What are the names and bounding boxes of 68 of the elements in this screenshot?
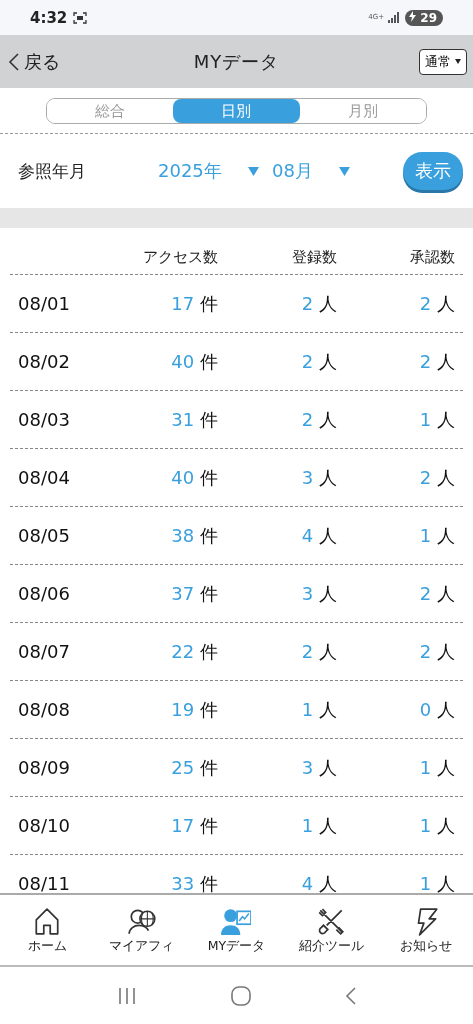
column-header: アクセス数 [143, 247, 218, 267]
date-cell-text: 08/03 [17, 409, 71, 430]
count-cell: 1 人 [419, 871, 455, 896]
count-cell: 25 件 [171, 755, 218, 780]
count-cell: 1 人 [419, 813, 455, 838]
count-cell: 1 人 [419, 407, 455, 432]
count-cell: 33 件 [171, 871, 218, 896]
count-cell: 22 件 [171, 639, 218, 664]
count-cell: 3 人 [301, 581, 337, 606]
home-icon[interactable] [229, 984, 252, 1007]
signal-icon [388, 12, 401, 23]
charging-icon [409, 10, 417, 22]
date-cell-text: 08/04 [17, 467, 71, 488]
clock-time: 4:32 [30, 8, 68, 27]
count-cell: 2 人 [301, 291, 337, 316]
count-cell: 17 件 [171, 291, 218, 316]
count-cell: 40 件 [171, 465, 218, 490]
count-cell: 4 人 [301, 523, 337, 548]
count-cell: 2 人 [419, 349, 455, 374]
count-cell: 1 人 [419, 523, 455, 548]
count-cell: 2 人 [301, 349, 337, 374]
caret-icon [455, 59, 461, 64]
nav-tab[interactable]: 紹介ツール [283, 895, 379, 965]
count-cell: 3 人 [301, 465, 337, 490]
back-icon[interactable] [344, 985, 357, 1006]
column-header: 登録数 [292, 247, 337, 267]
date-cell-text: 08/10 [17, 815, 71, 836]
date-cell-text: 08/09 [17, 757, 71, 778]
count-cell: 2 人 [301, 407, 337, 432]
date-cell-text: 08/05 [17, 525, 71, 546]
count-cell: 17 件 [171, 813, 218, 838]
date-cell-text: 08/06 [17, 583, 71, 604]
nav-tab[interactable]: ホーム [0, 895, 95, 965]
count-cell: 2 人 [419, 581, 455, 606]
screenshot-icon [73, 11, 88, 24]
date-cell-text: 08/01 [17, 293, 71, 314]
count-cell: 2 人 [301, 639, 337, 664]
count-cell: 2 人 [419, 291, 455, 316]
field-label: 参照年月 [18, 159, 87, 183]
count-cell: 2 人 [419, 465, 455, 490]
column-header: 承認数 [410, 247, 455, 267]
count-cell: 4 人 [301, 871, 337, 896]
count-cell: 37 件 [171, 581, 218, 606]
caret-icon [338, 166, 350, 176]
caret-icon [247, 166, 259, 176]
nav-tab[interactable]: お知らせ [378, 895, 473, 965]
date-cell-text: 08/08 [17, 699, 71, 720]
count-cell: 31 件 [171, 407, 218, 432]
count-cell: 3 人 [301, 755, 337, 780]
recent-apps-icon[interactable] [116, 986, 137, 1005]
date-cell-text: 08/07 [17, 641, 71, 662]
date-cell-text: 08/11 [17, 873, 71, 894]
count-cell: 1 人 [301, 697, 337, 722]
count-cell: 1 人 [301, 813, 337, 838]
chevron-left-icon [8, 51, 20, 72]
count-cell: 40 件 [171, 349, 218, 374]
count-cell: 0 人 [419, 697, 455, 722]
battery-level: 29 [420, 10, 437, 25]
date-cell-text: 08/02 [17, 351, 71, 372]
nav-tab[interactable]: MYデータ [189, 895, 284, 965]
back-button[interactable]: 戻る [8, 49, 60, 74]
mode-dropdown[interactable]: 通常 [419, 48, 467, 75]
nav-tab[interactable]: マイアフィ [94, 895, 190, 965]
count-cell: 38 件 [171, 523, 218, 548]
count-cell: 1 人 [419, 755, 455, 780]
count-cell: 2 人 [419, 639, 455, 664]
screen-title: MYデータ [193, 49, 280, 74]
count-cell: 19 件 [171, 697, 218, 722]
